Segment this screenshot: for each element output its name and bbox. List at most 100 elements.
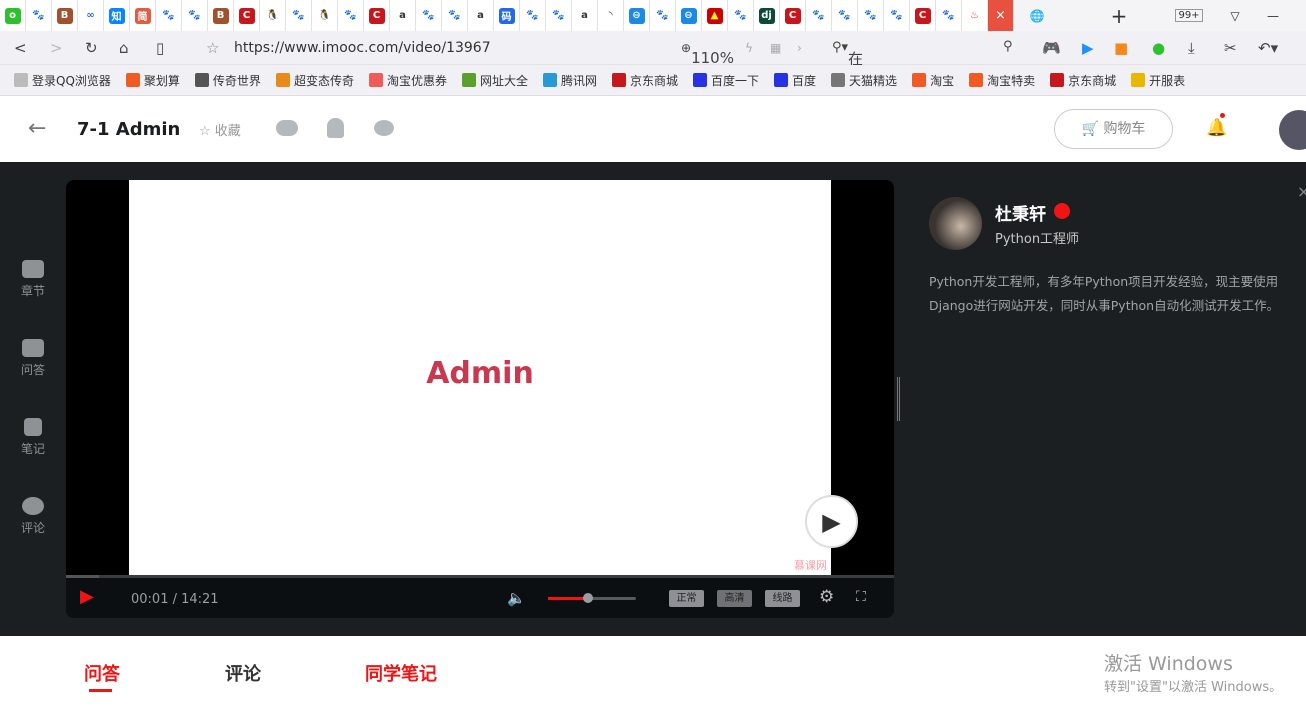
cart-button[interactable]: 🛒 购物车 xyxy=(1054,109,1173,149)
url-field[interactable]: https://www.imooc.com/video/13967 xyxy=(234,40,491,56)
browser-tab[interactable]: 🐾 xyxy=(182,0,208,31)
browser-tab[interactable]: 🐧 xyxy=(260,0,286,31)
bookmark-item[interactable]: 淘宝 xyxy=(912,72,954,89)
browser-tab[interactable]: ▲ xyxy=(702,0,728,31)
search-icon[interactable]: ⚲ xyxy=(1003,39,1013,54)
resize-handle[interactable] xyxy=(897,377,900,421)
close-panel-icon[interactable]: × xyxy=(1297,182,1306,201)
bookmark-item[interactable]: 传奇世界 xyxy=(194,72,261,89)
browser-tab[interactable]: B xyxy=(52,0,78,31)
quality-hd-button[interactable]: 高清 xyxy=(717,590,752,607)
tab-qa[interactable]: 问答 xyxy=(84,660,120,686)
bookmark-item[interactable]: 聚划算 xyxy=(125,72,180,89)
forward-button[interactable]: > xyxy=(50,39,63,57)
volume-slider[interactable] xyxy=(548,593,636,603)
browser-tab[interactable]: 🐾 xyxy=(546,0,572,31)
sidebar-item-qa[interactable]: 问答 xyxy=(14,339,52,378)
sidebar-item-comments[interactable]: 评论 xyxy=(14,497,52,536)
browser-tab[interactable]: 🐾 xyxy=(858,0,884,31)
browser-tab[interactable]: 🐾 xyxy=(156,0,182,31)
browser-tab[interactable]: 简 xyxy=(130,0,156,31)
scissors-icon[interactable]: ✂ xyxy=(1224,39,1237,57)
browser-tab[interactable]: 🐾 xyxy=(806,0,832,31)
back-button[interactable]: < xyxy=(14,39,27,57)
fullscreen-icon[interactable]: ⛶ xyxy=(856,589,866,605)
bookmark-item[interactable]: 淘宝优惠券 xyxy=(368,72,447,89)
weibo-share-icon[interactable] xyxy=(374,120,394,136)
browser-tab[interactable]: 🐾 xyxy=(936,0,962,31)
browser-tab[interactable]: a xyxy=(390,0,416,31)
user-avatar[interactable] xyxy=(1279,110,1306,150)
browser-tab[interactable]: ∞ xyxy=(78,0,104,31)
sidebar-item-chapters[interactable]: 章节 xyxy=(14,260,52,299)
browser-tab[interactable]: 🐾 xyxy=(338,0,364,31)
video-player[interactable]: Admin 慕课网 ▶ ▶ 00:01 / 14:21 🔈 正常 高清 线路 ⚙… xyxy=(66,180,894,618)
back-arrow-icon[interactable]: ← xyxy=(28,116,46,141)
bookmark-item[interactable]: 淘宝特卖 xyxy=(969,72,1035,89)
home-button[interactable]: ⌂ xyxy=(119,39,129,57)
bookmark-item[interactable]: 京东商城 xyxy=(612,72,678,89)
play-button[interactable]: ▶ xyxy=(80,586,94,607)
browser-tab[interactable]: 🐾 xyxy=(416,0,442,31)
browser-tab[interactable]: C xyxy=(780,0,806,31)
bookmark-item[interactable]: 百度 xyxy=(774,72,816,89)
browser-tab[interactable]: ♨ xyxy=(962,0,988,31)
bookmark-item[interactable]: 腾讯网 xyxy=(542,72,597,89)
tab-comments[interactable]: 评论 xyxy=(225,660,261,686)
minimize-button[interactable]: — xyxy=(1260,0,1286,31)
game-icon[interactable]: 🎮 xyxy=(1042,39,1061,57)
browser-tab[interactable]: o xyxy=(0,0,26,31)
browser-tab[interactable]: 🐾 xyxy=(520,0,546,31)
browser-tab[interactable]: ⊖ xyxy=(624,0,650,31)
quality-normal-button[interactable]: 正常 xyxy=(669,590,704,607)
browser-tab[interactable]: a xyxy=(572,0,598,31)
browser-tab[interactable]: C xyxy=(910,0,936,31)
bookmark-item[interactable]: 开服表 xyxy=(1131,72,1185,89)
teacher-name[interactable]: 杜秉轩 xyxy=(995,200,1046,225)
browser-tab[interactable]: 🐾 xyxy=(884,0,910,31)
browser-tab[interactable]: 🐾 xyxy=(286,0,312,31)
bookmark-item[interactable]: 天猫精选 xyxy=(831,72,897,89)
refresh-button[interactable]: ↻ xyxy=(85,39,98,57)
browser-tab[interactable]: 知 xyxy=(104,0,130,31)
volume-icon[interactable]: 🔈 xyxy=(507,589,526,607)
flash-icon[interactable]: ϟ xyxy=(745,41,753,55)
browser-tab[interactable]: 码 xyxy=(494,0,520,31)
bookmark-item[interactable]: 百度一下 xyxy=(693,72,759,89)
browser-tab[interactable]: 🐾 xyxy=(832,0,858,31)
line-button[interactable]: 线路 xyxy=(765,590,800,607)
favorite-button[interactable]: ☆ 收藏 xyxy=(199,120,241,139)
browser-tab[interactable]: 🐾 xyxy=(728,0,754,31)
browser-tab[interactable]: dj xyxy=(754,0,780,31)
browser-tab[interactable]: 🐾 xyxy=(26,0,52,31)
teacher-avatar[interactable] xyxy=(929,197,982,250)
browser-tab[interactable]: C xyxy=(364,0,390,31)
skin-icon[interactable]: ▽ xyxy=(1222,0,1248,31)
bookmark-item[interactable]: 网址大全 xyxy=(461,72,528,89)
download-icon[interactable]: ⤓ xyxy=(1188,39,1195,57)
settings-icon[interactable]: ⚙ xyxy=(819,587,834,607)
chevron-right-icon[interactable]: › xyxy=(797,41,802,55)
progress-bar[interactable] xyxy=(66,575,894,578)
browser-tab[interactable]: ⊖ xyxy=(676,0,702,31)
reader-icon[interactable]: ▯ xyxy=(156,39,164,57)
browser-tab[interactable]: 🐾 xyxy=(650,0,676,31)
tab-count-badge[interactable]: 99+ xyxy=(1175,0,1203,31)
browser-tab[interactable]: B xyxy=(208,0,234,31)
browser-tab[interactable]: a xyxy=(468,0,494,31)
bookmark-item[interactable]: 超变态传奇 xyxy=(275,72,354,89)
zoom-level[interactable]: ⊕ 110% xyxy=(681,41,734,67)
wechat-icon[interactable]: ● xyxy=(1152,39,1165,57)
big-play-button[interactable]: ▶ xyxy=(805,495,858,548)
active-tab-close-button[interactable]: × xyxy=(988,0,1014,31)
undo-icon[interactable]: ↶▾ xyxy=(1258,39,1278,57)
new-tab-button[interactable]: + xyxy=(1106,0,1132,31)
wechat-share-icon[interactable] xyxy=(276,120,298,136)
bookmark-item[interactable]: 登录QQ浏览器 xyxy=(14,72,111,89)
star-icon[interactable]: ☆ xyxy=(206,39,219,57)
browser-tab[interactable]: C xyxy=(234,0,260,31)
browser-tab[interactable]: 🐾 xyxy=(442,0,468,31)
browser-tab[interactable]: 🐧 xyxy=(312,0,338,31)
video-icon[interactable]: ■ xyxy=(1114,39,1128,57)
bookmark-item[interactable]: 京东商城 xyxy=(1050,72,1116,89)
